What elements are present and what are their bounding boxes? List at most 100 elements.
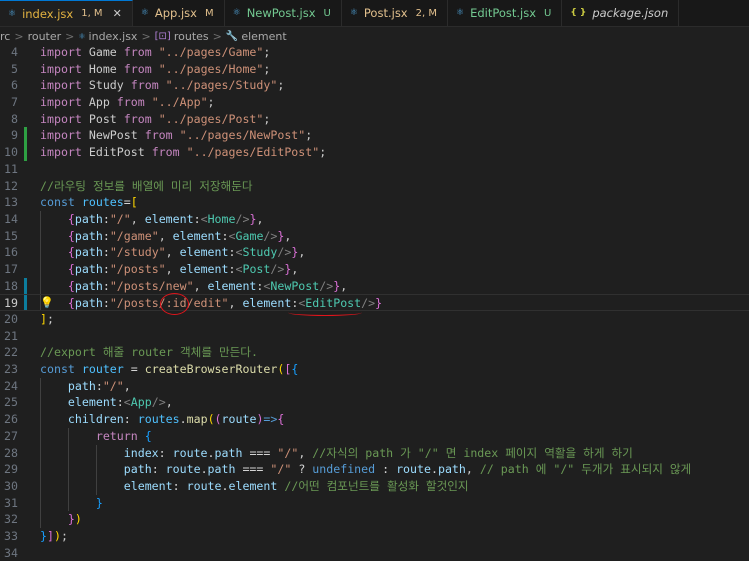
code-line[interactable]: 29 path: route.path === "/" ? undefined …: [0, 461, 749, 478]
breadcrumb-item[interactable]: routes: [174, 30, 209, 43]
code-line[interactable]: 21: [0, 328, 749, 345]
code-token: ;: [207, 95, 215, 110]
code-line[interactable]: 12 //라우팅 정보를 배열에 미리 저장해둔다: [0, 178, 749, 195]
code-text: }]);: [40, 528, 68, 545]
line-number: 30: [4, 478, 18, 493]
code-line[interactable]: 5 import Home from "../pages/Home";: [0, 61, 749, 78]
chevron-right-icon: >: [212, 29, 222, 43]
code-line[interactable]: 9 import NewPost from "../pages/NewPost";: [0, 127, 749, 145]
breadcrumb-item[interactable]: element: [241, 30, 286, 43]
tab-editpost-jsx[interactable]: ⚛ EditPost.jsx U: [448, 0, 563, 26]
code-token: path: [74, 228, 103, 243]
indent-guide: [68, 461, 69, 478]
indent-guide: [40, 244, 41, 261]
code-token: />: [263, 228, 278, 243]
code-token: NewPost: [81, 128, 145, 143]
line-number: 4: [11, 45, 18, 59]
code-text: //export 해줄 router 객체를 만든다.: [40, 344, 258, 361]
code-line[interactable]: 18 {path:"/posts/new", element:<NewPost/…: [0, 277, 749, 295]
close-icon[interactable]: ✕: [113, 7, 122, 20]
code-token: import: [40, 95, 82, 110]
code-line[interactable]: 17 {path:"/posts", element:<Post/>},: [0, 260, 749, 278]
lightbulb-icon[interactable]: 💡: [40, 295, 54, 312]
code-token: ,: [130, 211, 145, 226]
code-token: [: [130, 195, 138, 210]
code-line[interactable]: 19 {path:"/posts/:id/edit", element:<Edi…: [0, 294, 749, 311]
code-line[interactable]: 4 import Game from "../pages/Game";: [0, 44, 749, 61]
line-number: 22: [4, 345, 18, 360]
code-line[interactable]: 10 import EditPost from "../pages/EditPos…: [0, 144, 749, 161]
code-text: index: route.path === "/", //자식의 path 가 …: [40, 445, 633, 462]
code-line[interactable]: 13 const routes=[: [0, 194, 749, 211]
code-token: ,: [165, 245, 180, 260]
line-number: 27: [4, 428, 18, 443]
code-token: {: [67, 211, 75, 226]
annotation-circle: [160, 293, 189, 315]
code-line[interactable]: 11: [0, 161, 749, 178]
indent-guide: [40, 511, 41, 528]
code-token: route: [186, 478, 222, 493]
code-token: "/": [270, 462, 292, 477]
line-number: 10: [4, 145, 18, 160]
code-line[interactable]: 23 const router = createBrowserRouter([{: [0, 361, 749, 378]
code-token: Study: [81, 78, 131, 93]
code-line[interactable]: 7 import App from "../App";: [0, 94, 749, 111]
code-text: const router = createBrowserRouter([{: [40, 361, 298, 378]
code-token: ,: [340, 278, 348, 293]
code-line[interactable]: 31 }: [0, 494, 749, 512]
line-number: 15: [4, 228, 18, 243]
code-text: import NewPost from "../pages/NewPost";: [40, 127, 312, 144]
code-line[interactable]: 30 element: route.element //어떤 컴포넌트를 활성화…: [0, 477, 749, 495]
code-line[interactable]: 25 element:<App/>,: [0, 394, 749, 412]
tab-index-jsx[interactable]: ⚛ index.jsx 1, M ✕: [0, 0, 133, 26]
code-line[interactable]: 6 import Study from "../pages/Study";: [0, 77, 749, 94]
code-token: import: [40, 45, 82, 59]
code-line[interactable]: 15 {path:"/game", element:<Game/>},: [0, 227, 749, 245]
tab-package-json[interactable]: { } package.json: [562, 0, 680, 26]
breadcrumb-item[interactable]: index.jsx: [89, 30, 138, 43]
code-line[interactable]: 16 {path:"/study", element:<Study/>},: [0, 244, 749, 261]
code-token: .: [200, 462, 208, 477]
code-token: path: [123, 462, 152, 477]
indent-guide: [40, 210, 41, 228]
code-line[interactable]: 8 import Post from "../pages/Post";: [0, 111, 749, 128]
git-modified-marker: [24, 295, 27, 310]
code-text: //라우팅 정보를 배열에 미리 저장해둔다: [40, 178, 253, 195]
code-token: }: [95, 495, 103, 510]
breadcrumb-item[interactable]: rc: [0, 30, 10, 43]
breadcrumb-item[interactable]: router: [28, 30, 62, 43]
code-token: <: [123, 395, 131, 410]
tab-newpost-jsx[interactable]: ⚛ NewPost.jsx U: [225, 0, 342, 26]
code-line[interactable]: 33}]);: [0, 528, 749, 545]
indent-guide: [40, 494, 41, 512]
code-line[interactable]: 22 //export 해줄 router 객체를 만든다.: [0, 344, 749, 361]
code-line[interactable]: 20];: [0, 311, 749, 328]
code-line[interactable]: 34: [0, 545, 749, 561]
code-line[interactable]: 14 {path:"/", element:<Home/>},: [0, 210, 749, 228]
code-line[interactable]: 24 path:"/",: [0, 377, 749, 395]
tab-post-jsx[interactable]: ⚛ Post.jsx 2, M: [342, 0, 448, 26]
code-token: from: [116, 95, 145, 110]
code-line[interactable]: 32 }): [0, 511, 749, 528]
code-line[interactable]: 27 return {: [0, 427, 749, 445]
tab-app-jsx[interactable]: ⚛ App.jsx M: [133, 0, 225, 26]
code-token: {: [277, 412, 285, 427]
code-line[interactable]: 28 index: route.path === "/", //자식의 path…: [0, 444, 749, 462]
tab-git-status: U: [544, 7, 552, 19]
code-editor[interactable]: 4 import Game from "../pages/Game"; 5 impor…: [0, 44, 749, 561]
code-text: return {: [40, 428, 152, 445]
code-token: "../App": [151, 95, 208, 110]
code-token: path: [74, 296, 103, 311]
code-token: ;: [263, 45, 271, 59]
code-token: Study: [242, 245, 278, 260]
code-token: element: [228, 478, 278, 493]
code-token: {: [291, 362, 299, 377]
code-token: />: [270, 261, 285, 276]
code-token: ,: [291, 261, 299, 276]
code-line[interactable]: 26 children: routes.map((route)=>{: [0, 411, 749, 428]
indent-guide: [40, 260, 41, 278]
code-token: />: [151, 395, 166, 410]
